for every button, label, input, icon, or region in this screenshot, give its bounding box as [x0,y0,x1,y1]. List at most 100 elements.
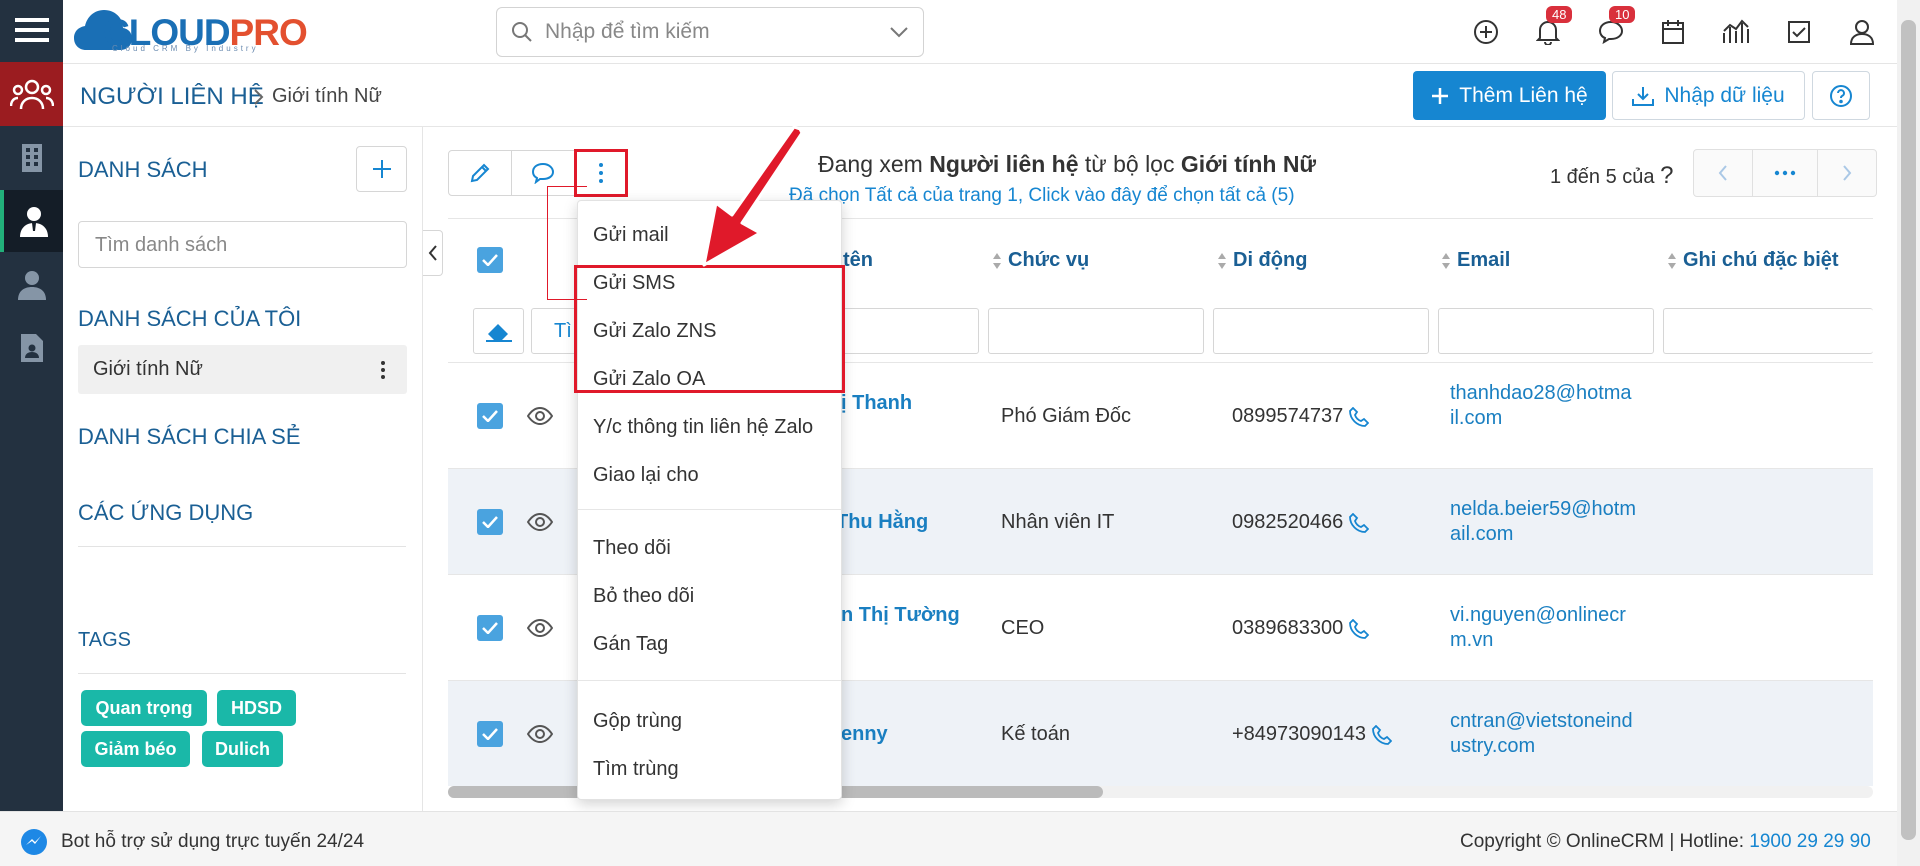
rail-contacts-group-icon[interactable] [0,62,63,126]
row-checkbox[interactable] [477,509,503,535]
contact-name[interactable]: Thu Hằng [836,511,928,534]
messenger-icon[interactable] [20,828,48,856]
prev-page-button[interactable] [1693,149,1753,197]
viewing-middle: từ bộ lọc [1084,151,1175,177]
menu-item-find-duplicates[interactable]: Tìm trùng [593,758,679,781]
page-menu-button[interactable] [1752,149,1818,197]
contact-mobile[interactable]: 0899574737 [1232,405,1370,428]
contact-title: CEO [1001,617,1045,639]
next-page-button[interactable] [1817,149,1877,197]
phone-icon[interactable] [1349,512,1370,533]
contact-mobile[interactable]: 0389683300 [1232,617,1370,640]
eye-icon[interactable] [527,407,553,425]
clear-filter-button[interactable] [473,308,524,354]
calendar-icon[interactable] [1657,16,1689,48]
user-icon[interactable] [0,255,63,315]
notification-badge: 48 [1546,6,1573,23]
search-input[interactable]: Nhập để tìm kiếm [545,20,889,44]
menu-item-reassign[interactable]: Giao lại cho [593,464,699,487]
tag-giam-beo[interactable]: Giảm béo [81,731,190,767]
contact-name[interactable]: ị Thanh [841,392,912,415]
my-lists-title: DANH SÁCH CỦA TÔI [78,306,302,331]
column-name[interactable]: tên [843,249,873,272]
chevron-down-icon[interactable] [889,26,909,38]
column-title[interactable]: Chức vụ [992,249,1089,272]
tag-dulich[interactable]: Dulich [202,731,283,767]
page-total[interactable]: ? [1660,162,1673,189]
row-checkbox[interactable] [477,615,503,641]
contact-card-icon[interactable] [0,190,63,252]
filter-note-input[interactable] [1663,308,1873,354]
phone-icon[interactable] [1349,618,1370,639]
phone-icon[interactable] [1349,406,1370,427]
add-circle-icon[interactable] [1470,16,1502,48]
select-all-link[interactable]: Đã chọn Tất cả của trang 1, Click vào đâ… [789,185,1295,207]
filter-title-input[interactable] [988,308,1204,354]
shared-list-item[interactable]: Tất cả [93,474,393,484]
check-icon [482,516,498,528]
menu-item-send-mail[interactable]: Gửi mail [593,224,669,247]
account-icon[interactable] [1846,16,1878,48]
filter-name-input[interactable] [842,308,979,354]
eye-icon[interactable] [527,619,553,637]
list-item-gioi-tinh-nu[interactable]: Giới tính Nữ [78,345,407,394]
menu-item-merge-duplicates[interactable]: Gộp trùng [593,710,682,733]
eye-icon[interactable] [527,725,553,743]
email-line-2: m.vn [1450,629,1494,651]
page-range: 1 đến 5 của [1550,166,1655,188]
contact-mobile[interactable]: 0982520466 [1232,511,1370,534]
list-section-title: DANH SÁCH [78,157,208,182]
eye-icon[interactable] [527,513,553,531]
collapse-sidebar-button[interactable] [423,230,443,276]
contact-email[interactable]: thanhdao28@hotma il.com [1450,381,1632,431]
bell-icon[interactable]: 48 [1532,6,1573,48]
message-badge: 10 [1609,6,1636,23]
page-info: 1 đến 5 của ? [1550,162,1673,190]
building-icon[interactable] [0,128,63,188]
breadcrumb-module[interactable]: NGƯỜI LIÊN HỆ [80,83,264,111]
contact-email[interactable]: vi.nguyen@onlinecr m.vn [1450,603,1626,653]
filter-email-input[interactable] [1438,308,1654,354]
eraser-icon [485,324,512,342]
menu-divider [578,680,841,681]
chat-icon[interactable]: 10 [1595,6,1636,48]
select-all-checkbox[interactable] [477,247,503,273]
support-bot-text[interactable]: Bot hỗ trợ sử dụng trực tuyến 24/24 [61,831,364,853]
add-list-button[interactable] [356,146,407,192]
menu-item-follow[interactable]: Theo dõi [593,537,671,560]
vertical-scrollbar-thumb[interactable] [1901,20,1916,840]
menu-item-unfollow[interactable]: Bỏ theo dõi [593,585,694,608]
phone-icon[interactable] [1372,724,1393,745]
filter-mobile-input[interactable] [1213,308,1429,354]
list-search-input[interactable]: Tìm danh sách [78,221,407,268]
tag-quan-trong[interactable]: Quan trọng [81,690,207,726]
contact-mobile[interactable]: +84973090143 [1232,723,1393,746]
menu-item-request-zalo-info[interactable]: Y/c thông tin liên hệ Zalo [593,416,813,439]
sort-icon [1668,252,1676,269]
ellipsis-icon [1774,170,1796,176]
hotline-number[interactable]: 1900 29 29 90 [1749,831,1871,852]
chart-icon[interactable] [1720,16,1752,48]
document-user-icon[interactable] [0,318,63,378]
column-note[interactable]: Ghi chú đặc biệt [1667,249,1839,272]
kebab-menu-icon[interactable] [380,360,386,380]
list-item-label: Giới tính Nữ [93,358,203,380]
contact-email[interactable]: nelda.beier59@hotm ail.com [1450,497,1636,547]
import-data-button[interactable]: Nhập dữ liệu [1612,71,1805,120]
global-search[interactable]: Nhập để tìm kiếm [496,7,924,57]
add-contact-button[interactable]: Thêm Liên hệ [1413,71,1606,120]
column-mobile[interactable]: Di động [1217,249,1307,272]
menu-item-assign-tag[interactable]: Gán Tag [593,633,668,656]
row-checkbox[interactable] [477,403,503,429]
edit-button[interactable] [448,150,512,196]
contact-name[interactable]: n Thị Tường [841,604,960,627]
tag-hdsd[interactable]: HDSD [217,690,296,726]
hamburger-menu-icon[interactable] [0,0,63,60]
contact-name[interactable]: enny [841,723,888,746]
column-email[interactable]: Email [1441,249,1510,272]
help-button[interactable] [1812,71,1870,120]
email-line-1: vi.nguyen@onlinecr [1450,604,1626,626]
contact-email[interactable]: cntran@vietstoneind ustry.com [1450,709,1633,759]
row-checkbox[interactable] [477,721,503,747]
task-checkbox-icon[interactable] [1783,16,1815,48]
